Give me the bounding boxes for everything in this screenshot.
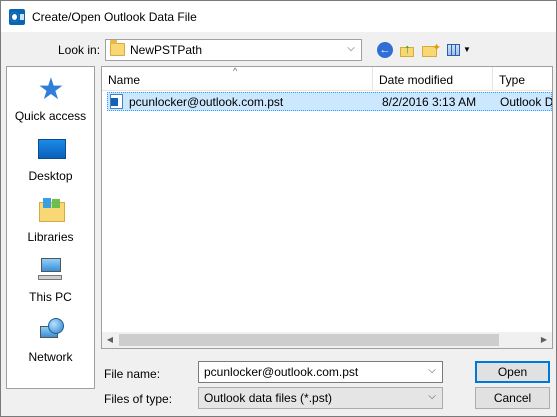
pst-file-icon xyxy=(110,94,123,109)
open-button[interactable]: Open xyxy=(475,361,550,383)
place-label: This PC xyxy=(29,290,72,304)
title-bar[interactable]: Create/Open Outlook Data File xyxy=(1,1,556,32)
dialog-title: Create/Open Outlook Data File xyxy=(32,10,197,24)
place-label: Desktop xyxy=(28,169,73,183)
sparkle-icon: ✦ xyxy=(432,42,442,54)
file-name-field[interactable]: pcunlocker@outlook.com.pst ⌵ xyxy=(198,361,443,383)
place-label: Quick access xyxy=(14,109,87,123)
look-in-dropdown[interactable]: NewPSTPath ⌵ xyxy=(105,39,362,61)
chevron-down-icon[interactable]: ⌵ xyxy=(426,364,438,378)
file-name-label: File name: xyxy=(104,367,161,381)
cancel-button[interactable]: Cancel xyxy=(475,387,550,409)
file-type-dropdown[interactable]: Outlook data files (*.pst) ⌵ xyxy=(198,387,443,409)
file-name-value: pcunlocker@outlook.com.pst xyxy=(204,365,359,379)
chevron-down-icon[interactable]: ⌵ xyxy=(426,390,438,404)
place-label: Network xyxy=(28,350,73,364)
sort-ascending-icon: ^ xyxy=(233,66,238,76)
outlook-icon xyxy=(9,9,25,25)
up-arrow-icon: ↑ xyxy=(404,41,411,56)
new-folder-button[interactable]: ✦ xyxy=(421,41,442,59)
column-header-row: ^ Name Date modified Type xyxy=(102,67,552,91)
dropdown-arrow-icon: ▼ xyxy=(463,45,471,54)
file-list[interactable]: ^ Name Date modified Type pcunlocker@out… xyxy=(101,66,553,349)
file-name-cell: pcunlocker@outlook.com.pst xyxy=(129,95,284,109)
file-type-cell: Outlook D xyxy=(500,95,552,109)
back-button[interactable]: ← xyxy=(377,42,393,58)
views-menu-icon xyxy=(447,44,460,56)
column-divider[interactable] xyxy=(492,67,493,91)
scroll-thumb[interactable] xyxy=(119,334,499,346)
desktop-icon xyxy=(38,139,66,159)
libraries-icon xyxy=(39,198,65,222)
file-type-value: Outlook data files (*.pst) xyxy=(204,391,333,405)
folder-icon xyxy=(110,40,125,56)
up-folder-button[interactable]: ↑ xyxy=(399,41,417,59)
place-label: Libraries xyxy=(27,230,74,244)
look-in-value: NewPSTPath xyxy=(130,43,203,57)
look-in-label: Look in: xyxy=(58,43,101,57)
column-header-name[interactable]: Name xyxy=(108,73,140,87)
horizontal-scrollbar[interactable]: ◀ ▶ xyxy=(102,332,552,348)
views-menu-button[interactable]: ▼ xyxy=(446,41,472,59)
column-divider[interactable] xyxy=(372,67,373,91)
star-icon: ★ xyxy=(37,73,65,106)
column-header-type[interactable]: Type xyxy=(499,73,525,87)
file-row[interactable]: pcunlocker@outlook.com.pst 8/2/2016 3:13… xyxy=(107,92,552,111)
file-type-label: Files of type: xyxy=(104,392,173,406)
file-date-cell: 8/2/2016 3:13 AM xyxy=(382,95,477,109)
computer-icon xyxy=(38,258,66,282)
back-icon: ← xyxy=(379,44,391,56)
column-header-date-modified[interactable]: Date modified xyxy=(379,73,453,87)
dialog-window: Create/Open Outlook Data File Look in: N… xyxy=(0,0,557,417)
places-bar: ★ Quick access Desktop Libraries This PC… xyxy=(6,66,95,389)
scroll-right-icon[interactable]: ▶ xyxy=(536,332,552,348)
network-icon xyxy=(38,318,66,344)
scroll-left-icon[interactable]: ◀ xyxy=(102,332,118,348)
chevron-down-icon[interactable]: ⌵ xyxy=(345,42,357,56)
